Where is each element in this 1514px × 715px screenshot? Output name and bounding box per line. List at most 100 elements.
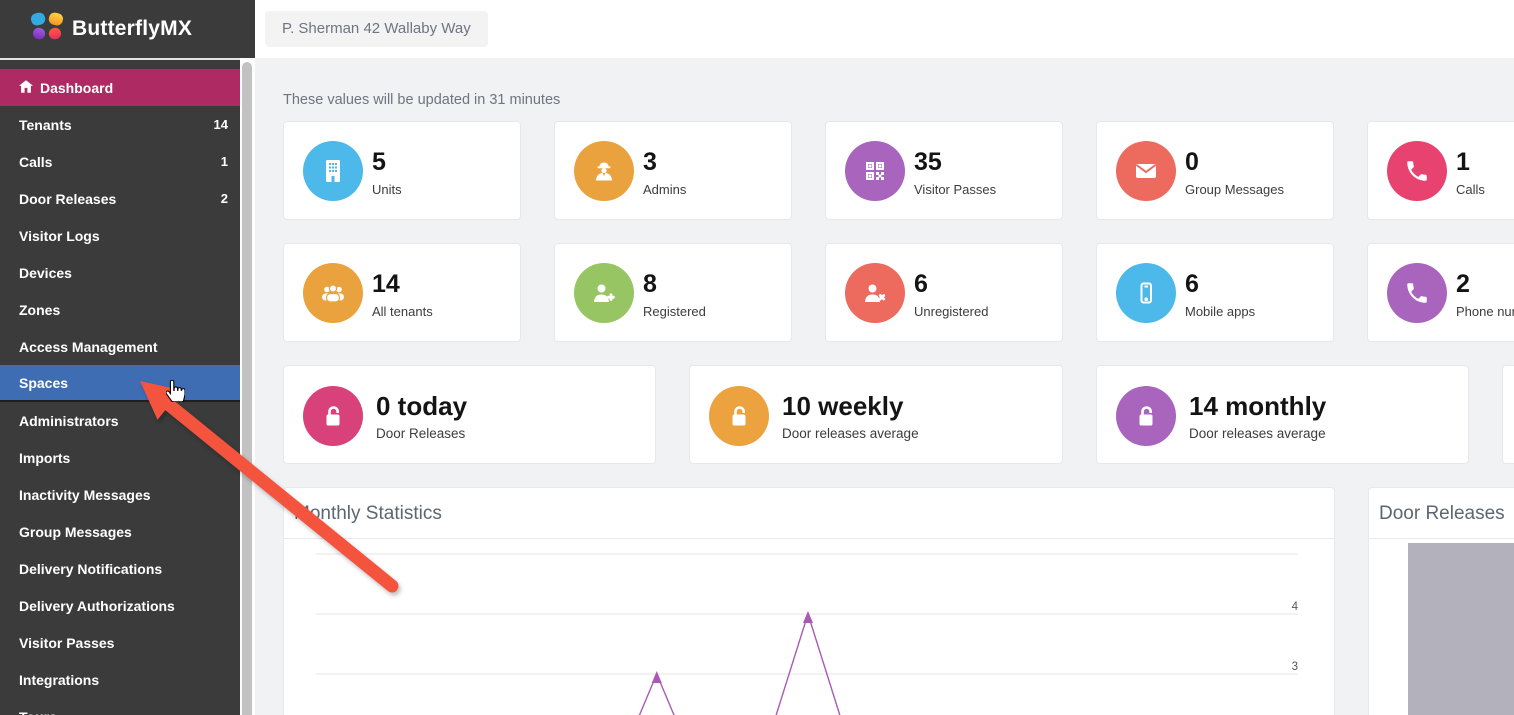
stat-label: All tenants	[372, 304, 433, 319]
sidebar-item-zones[interactable]: Zones	[0, 291, 240, 328]
lock-open-icon	[1116, 386, 1176, 446]
qr-code-icon	[845, 141, 905, 201]
butterfly-icon	[30, 12, 64, 47]
monthly-statistics-chart: 43	[284, 539, 1334, 715]
sidebar-item-imports[interactable]: Imports	[0, 439, 240, 476]
sidebar-item-label: Visitor Passes	[19, 635, 230, 651]
brand-logo[interactable]: ButterflyMX	[0, 0, 255, 58]
people-group-icon	[303, 263, 363, 323]
stat-card-unregistered: 6 Unregistered	[825, 243, 1063, 342]
door-releases-bar	[1408, 543, 1514, 715]
stat-label: Visitor Passes	[914, 182, 996, 197]
count-badge: 2	[221, 191, 230, 206]
stat-value: 10 weekly	[782, 391, 903, 422]
building-icon	[303, 141, 363, 201]
stat-value: 0 today	[376, 391, 467, 422]
panel-header: Door Releases	[1369, 488, 1514, 539]
stat-label: Group Messages	[1185, 182, 1284, 197]
sidebar-item-visitor-logs[interactable]: Visitor Logs	[0, 217, 240, 254]
door-releases-today-card: 0 today Door Releases	[283, 365, 656, 464]
stat-label: Registered	[643, 304, 706, 319]
sidebar-item-inactivity-messages[interactable]: Inactivity Messages	[0, 476, 240, 513]
brand-name: ButterflyMX	[72, 17, 192, 41]
sidebar-item-label: Devices	[19, 265, 230, 281]
sidebar-item-label: Calls	[19, 154, 221, 170]
svg-text:3: 3	[1292, 661, 1298, 673]
stat-card-all-tenants: 14 All tenants	[283, 243, 521, 342]
sidebar-item-label: Delivery Notifications	[19, 561, 230, 577]
sidebar-item-label: Door Releases	[19, 191, 221, 207]
sidebar-item-integrations[interactable]: Integrations	[0, 661, 240, 698]
sidebar-item-devices[interactable]: Devices	[0, 254, 240, 291]
person-x-icon	[845, 263, 905, 323]
panel-title: Door Releases	[1379, 488, 1505, 539]
stat-value: 14	[372, 270, 400, 299]
sidebar-item-label: Visitor Logs	[19, 228, 230, 244]
door-releases-panel: Door Releases	[1368, 487, 1514, 715]
count-badge: 14	[214, 117, 230, 132]
sidebar-item-label: Tours	[19, 709, 230, 715]
stat-label: Door releases average	[782, 426, 919, 441]
lock-open-icon	[709, 386, 769, 446]
stat-card-admins: 3 Admins	[554, 121, 792, 220]
sidebar-item-visitor-passes[interactable]: Visitor Passes	[0, 624, 240, 661]
sidebar-item-tenants[interactable]: Tenants 14	[0, 106, 240, 143]
sidebar-item-dashboard[interactable]: Dashboard	[0, 69, 240, 106]
sidebar-item-label: Zones	[19, 302, 230, 318]
stat-card-calls: 1 Calls	[1367, 121, 1514, 220]
sidebar-item-tours[interactable]: Tours	[0, 698, 240, 715]
count-badge: 1	[221, 154, 230, 169]
panel-header: Monthly Statistics	[284, 488, 1334, 539]
stat-card-registered: 8 Registered	[554, 243, 792, 342]
person-plus-icon	[574, 263, 634, 323]
door-releases-weekly-card: 10 weekly Door releases average	[689, 365, 1063, 464]
stat-label: Door Releases	[376, 426, 465, 441]
sidebar-item-label: Delivery Authorizations	[19, 598, 230, 614]
stat-value: 2	[1456, 270, 1470, 299]
stat-label: Calls	[1456, 182, 1485, 197]
sidebar-item-label: Dashboard	[40, 80, 230, 96]
sidebar-item-spaces[interactable]: Spaces	[0, 365, 240, 402]
lock-open-icon	[303, 386, 363, 446]
phone-icon	[1387, 263, 1447, 323]
stat-value: 35	[914, 148, 942, 177]
sidebar-item-label: Spaces	[19, 375, 230, 391]
stat-value: 8	[643, 270, 657, 299]
sidebar-item-label: Imports	[19, 450, 230, 466]
update-notice: These values will be updated in 31 minut…	[283, 92, 560, 108]
stat-label: Phone numbers	[1456, 304, 1514, 319]
sidebar-item-delivery-authorizations[interactable]: Delivery Authorizations	[0, 587, 240, 624]
envelope-icon	[1116, 141, 1176, 201]
stat-value: 6	[1185, 270, 1199, 299]
admin-icon	[574, 141, 634, 201]
property-selector[interactable]: P. Sherman 42 Wallaby Way	[265, 11, 488, 47]
sidebar-scrollbar[interactable]	[240, 58, 255, 715]
stat-value: 0	[1185, 148, 1199, 177]
mobile-icon	[1116, 263, 1176, 323]
scrollbar-thumb[interactable]	[242, 62, 252, 715]
sidebar-item-group-messages[interactable]: Group Messages	[0, 513, 240, 550]
sidebar-item-door-releases[interactable]: Door Releases 2	[0, 180, 240, 217]
door-releases-monthly-card: 14 monthly Door releases average	[1096, 365, 1469, 464]
svg-text:4: 4	[1292, 601, 1299, 613]
stat-label: Units	[372, 182, 402, 197]
stat-value: 5	[372, 148, 386, 177]
sidebar-item-label: Inactivity Messages	[19, 487, 230, 503]
sidebar-item-calls[interactable]: Calls 1	[0, 143, 240, 180]
panel-title: Monthly Statistics	[294, 488, 442, 539]
sidebar-item-access-management[interactable]: Access Management	[0, 328, 240, 365]
phone-icon	[1387, 141, 1447, 201]
home-icon	[19, 80, 33, 96]
stat-card-units: 5 Units	[283, 121, 521, 220]
sidebar-item-delivery-notifications[interactable]: Delivery Notifications	[0, 550, 240, 587]
stat-card-phone-numbers: 2 Phone numbers	[1367, 243, 1514, 342]
sidebar-item-label: Group Messages	[19, 524, 230, 540]
sidebar-item-administrators[interactable]: Administrators	[0, 402, 240, 439]
monthly-statistics-panel: Monthly Statistics 43	[283, 487, 1335, 715]
stat-card-visitor-passes: 35 Visitor Passes	[825, 121, 1063, 220]
sidebar-nav: Dashboard Tenants 14 Calls 1 Door Releas…	[0, 58, 240, 715]
sidebar-item-label: Administrators	[19, 413, 230, 429]
stat-label: Unregistered	[914, 304, 988, 319]
sidebar-item-label: Access Management	[19, 339, 230, 355]
stat-value: 14 monthly	[1189, 391, 1326, 422]
